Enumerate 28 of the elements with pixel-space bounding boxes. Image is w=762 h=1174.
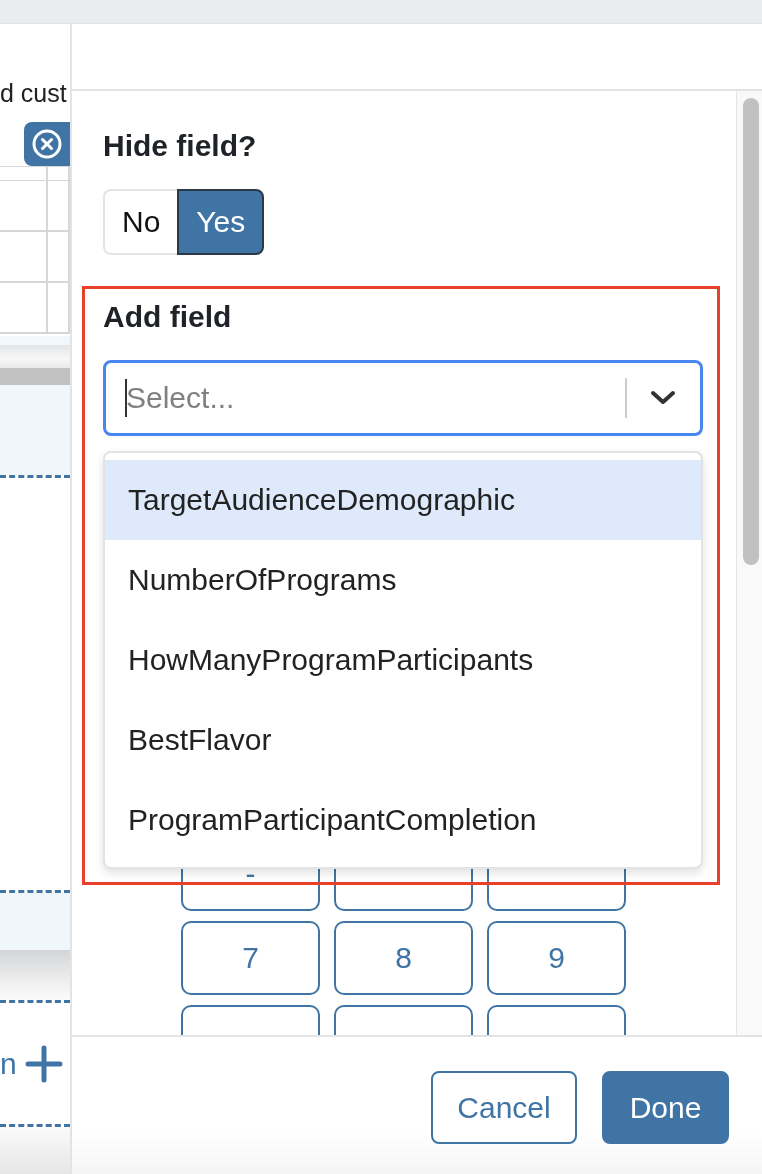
field-label: Add field: [103, 299, 233, 335]
cancel-button[interactable]: Cancel: [431, 1071, 577, 1144]
toggle-option[interactable]: No: [103, 189, 178, 255]
scrollbar-thumb[interactable]: [743, 98, 759, 565]
keypad-key[interactable]: 8: [334, 921, 473, 995]
close-icon: [32, 129, 62, 159]
select-field[interactable]: Select...: [103, 360, 703, 436]
plus-icon: [24, 1044, 63, 1083]
keypad-key[interactable]: 9: [487, 921, 626, 995]
toggle-option[interactable]: Yes: [177, 189, 265, 255]
keypad-key[interactable]: 7: [181, 921, 320, 995]
shadow-band: [0, 345, 70, 368]
chevron-down-icon: [650, 390, 676, 406]
section-background: [0, 336, 70, 345]
shadow-band: [0, 1127, 70, 1174]
dropdown-option[interactable]: NumberOfPrograms: [105, 540, 701, 620]
text-cursor: [125, 379, 127, 417]
section-background: [0, 893, 70, 950]
horizontal-scrollbar[interactable]: [0, 368, 70, 385]
dropdown-option[interactable]: BestFlavor: [105, 700, 701, 780]
heading-text: d cust: [0, 78, 67, 108]
add-button[interactable]: n: [0, 1044, 63, 1083]
shadow-band: [0, 950, 70, 1000]
close-button[interactable]: [24, 122, 70, 166]
done-button[interactable]: Done: [602, 1071, 729, 1144]
dropdown-option[interactable]: TargetAudienceDemographic: [105, 460, 701, 540]
dropdown-option[interactable]: HowManyProgramParticipants: [105, 620, 701, 700]
field-label: Hide field?: [103, 128, 258, 164]
